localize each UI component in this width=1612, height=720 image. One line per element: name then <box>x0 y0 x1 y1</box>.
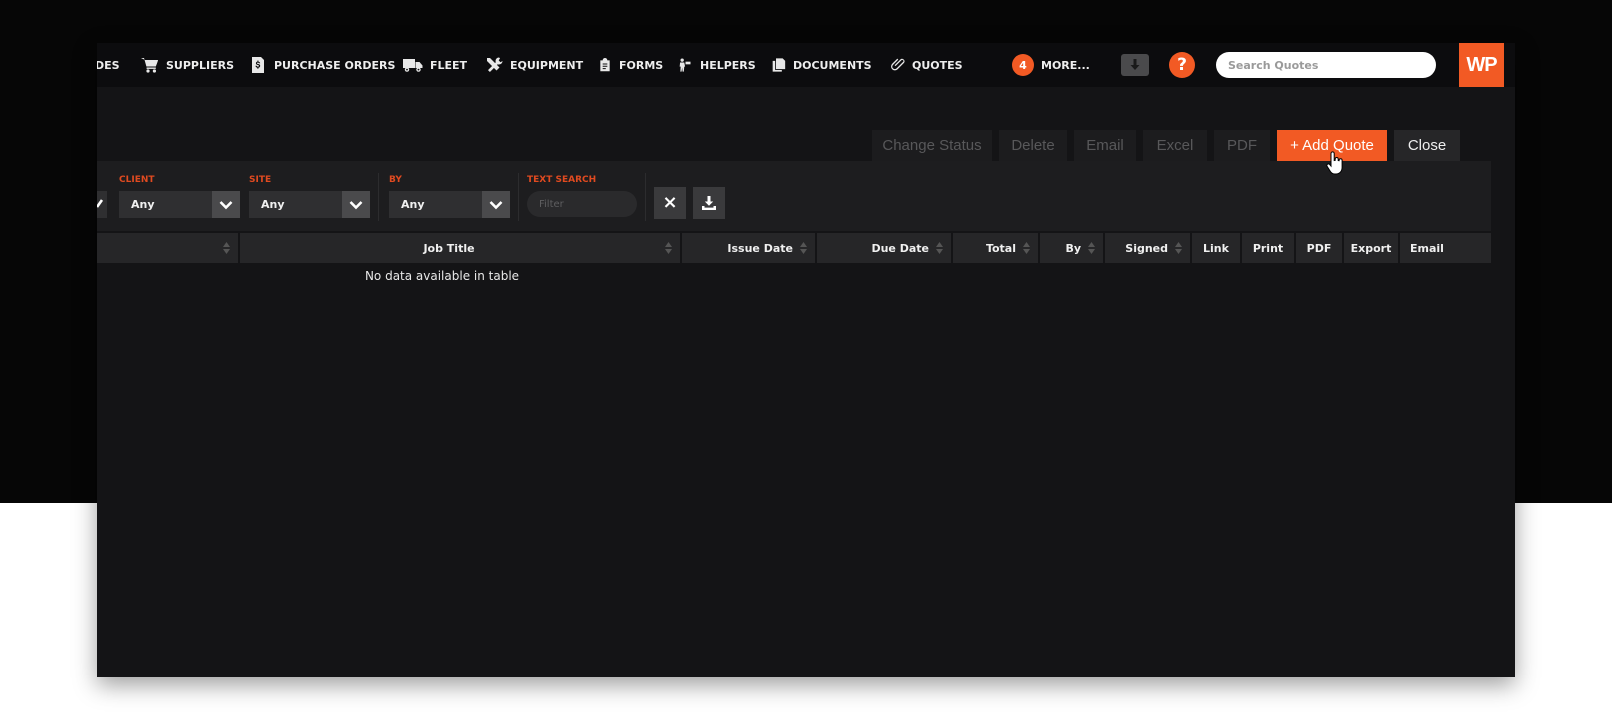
download-button[interactable] <box>1121 54 1149 76</box>
column-header-first[interactable] <box>97 233 238 263</box>
nav-item-label: DOCUMENTS <box>793 58 872 72</box>
helper-icon <box>679 58 691 72</box>
search-quotes-input[interactable] <box>1216 52 1436 78</box>
table-header: Job Title Issue Date Due Date Total By S… <box>97 233 1491 263</box>
nav-item-label: SUPPLIERS <box>166 58 234 72</box>
client-filter-label: CLIENT <box>119 175 155 185</box>
text-search-label: TEXT SEARCH <box>527 175 597 185</box>
cart-icon <box>141 58 158 73</box>
dollar-document-icon <box>252 57 264 73</box>
copy-icon <box>772 58 786 72</box>
column-header-job-title[interactable]: Job Title <box>240 233 680 263</box>
column-header-issue-date[interactable]: Issue Date <box>682 233 815 263</box>
filter-divider <box>378 173 379 221</box>
nav-item-purchase-orders[interactable]: PURCHASE ORDERS <box>249 43 395 87</box>
nav-item-label: DES <box>97 58 120 72</box>
arrow-down-icon <box>1130 59 1140 70</box>
nav-item-more[interactable]: 4 MORE... <box>1012 43 1090 87</box>
paperclip-icon <box>891 58 905 71</box>
download-icon <box>702 196 716 210</box>
text-search-input[interactable] <box>527 191 637 217</box>
chevron-down-icon <box>212 191 240 218</box>
download-filters-button[interactable] <box>693 187 725 219</box>
delete-button[interactable]: Delete <box>999 130 1067 161</box>
sort-icon <box>1088 242 1095 254</box>
column-header-link[interactable]: Link <box>1192 233 1240 263</box>
nav-item-label: FORMS <box>619 58 664 72</box>
by-select-value: Any <box>401 198 425 211</box>
site-filter-label: SITE <box>249 175 272 185</box>
chevron-down-icon <box>97 199 104 208</box>
column-header-export[interactable]: Export <box>1344 233 1398 263</box>
nav-item-label: QUOTES <box>912 58 963 72</box>
filter-bar: CLIENT Any SITE Any BY Any TEXT SEARCH × <box>97 161 1491 231</box>
chevron-down-icon <box>482 191 510 218</box>
column-header-signed[interactable]: Signed <box>1105 233 1190 263</box>
client-select-value: Any <box>131 198 155 211</box>
close-icon: × <box>662 192 678 213</box>
sort-icon <box>936 242 943 254</box>
site-select[interactable]: Any <box>249 191 370 218</box>
sort-icon <box>665 242 672 254</box>
by-select[interactable]: Any <box>389 191 510 218</box>
nav-item-suppliers[interactable]: SUPPLIERS <box>141 43 234 87</box>
excel-button[interactable]: Excel <box>1143 130 1207 161</box>
top-nav: DES SUPPLIERS PURCHASE ORDERS FLEET EQUI… <box>97 43 1515 87</box>
client-select[interactable]: Any <box>119 191 240 218</box>
table-empty-message: No data available in table <box>364 269 520 283</box>
truck-icon <box>403 59 423 72</box>
site-select-value: Any <box>261 198 285 211</box>
pdf-button[interactable]: PDF <box>1214 130 1270 161</box>
app-window: DES SUPPLIERS PURCHASE ORDERS FLEET EQUI… <box>97 43 1515 677</box>
nav-more-label: MORE... <box>1041 58 1090 72</box>
help-button[interactable]: ? <box>1169 52 1195 78</box>
close-button[interactable]: Close <box>1394 130 1460 161</box>
nav-item-quotes[interactable]: QUOTES <box>890 43 963 87</box>
by-filter-label: BY <box>389 175 402 185</box>
column-header-email[interactable]: Email <box>1400 233 1491 263</box>
column-header-print[interactable]: Print <box>1242 233 1294 263</box>
change-status-button[interactable]: Change Status <box>872 130 992 161</box>
nav-item-equipment[interactable]: EQUIPMENT <box>485 43 583 87</box>
nav-item-label: HELPERS <box>700 58 756 72</box>
column-header-total[interactable]: Total <box>953 233 1038 263</box>
hand-cursor-icon <box>1326 151 1343 175</box>
nav-item-codes[interactable]: DES <box>97 43 120 87</box>
clipboard-icon <box>600 58 610 72</box>
clear-filters-button[interactable]: × <box>654 187 686 219</box>
filter-divider <box>518 173 519 221</box>
sort-icon <box>1175 242 1182 254</box>
nav-item-label: PURCHASE ORDERS <box>274 58 396 72</box>
column-header-due-date[interactable]: Due Date <box>817 233 951 263</box>
filter-divider <box>645 173 646 221</box>
email-button[interactable]: Email <box>1074 130 1136 161</box>
column-header-by[interactable]: By <box>1040 233 1103 263</box>
chevron-down-icon <box>342 191 370 218</box>
nav-item-fleet[interactable]: FLEET <box>403 43 467 87</box>
nav-item-label: EQUIPMENT <box>510 58 584 72</box>
nav-item-helpers[interactable]: HELPERS <box>678 43 756 87</box>
nav-item-label: FLEET <box>430 58 468 72</box>
sort-icon <box>800 242 807 254</box>
sort-icon <box>1023 242 1030 254</box>
column-header-pdf[interactable]: PDF <box>1296 233 1342 263</box>
filter-select-partial[interactable] <box>97 191 107 218</box>
brand-logo[interactable]: WP <box>1459 43 1504 87</box>
nav-item-forms[interactable]: FORMS <box>598 43 663 87</box>
more-count-badge: 4 <box>1012 54 1034 76</box>
tools-icon <box>487 57 503 72</box>
nav-item-documents[interactable]: DOCUMENTS <box>771 43 872 87</box>
sort-icon <box>223 242 230 254</box>
